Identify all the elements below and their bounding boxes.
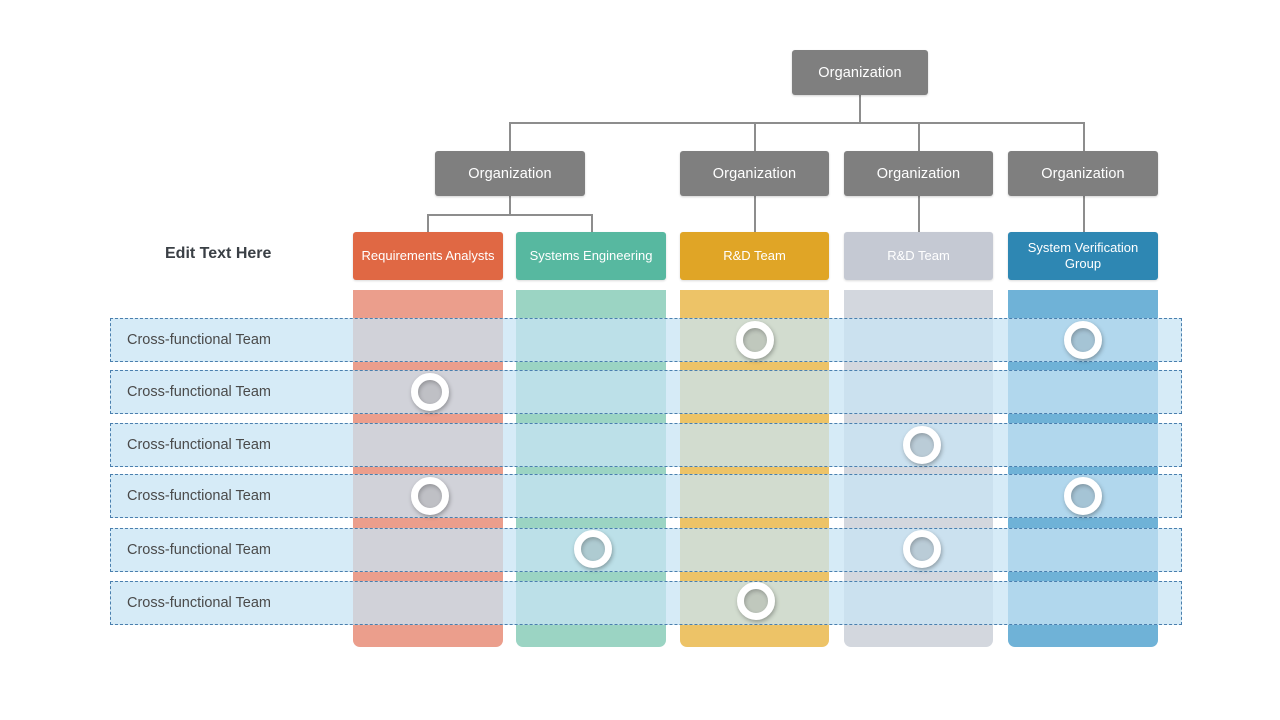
marker-row5-col2[interactable] bbox=[574, 530, 612, 568]
connector-drop-level2-2 bbox=[754, 122, 756, 152]
row-band-6-label: Cross-functional Team bbox=[127, 595, 271, 611]
row-band-2[interactable]: Cross-functional Team bbox=[110, 370, 1182, 414]
row-band-3[interactable]: Cross-functional Team bbox=[110, 423, 1182, 467]
org-box-root-label: Organization bbox=[818, 64, 902, 81]
marker-row4-col1[interactable] bbox=[411, 477, 449, 515]
org-box-level2-2-label: Organization bbox=[712, 165, 797, 182]
org-box-level2-4[interactable]: Organization bbox=[1008, 151, 1158, 196]
department-chip-rd-team-1-label: R&D Team bbox=[723, 248, 786, 263]
department-chip-rd-team-2[interactable]: R&D Team bbox=[844, 232, 993, 280]
connector-drop-level2-4 bbox=[1083, 122, 1085, 152]
row-band-2-label: Cross-functional Team bbox=[127, 384, 271, 400]
marker-row6-col3[interactable] bbox=[737, 582, 775, 620]
department-chip-systems-engineering-label: Systems Engineering bbox=[529, 248, 653, 263]
marker-row5-col4[interactable] bbox=[903, 530, 941, 568]
connector-drop-dept-5 bbox=[1083, 196, 1085, 233]
row-band-4[interactable]: Cross-functional Team bbox=[110, 474, 1182, 518]
marker-row1-col3[interactable] bbox=[736, 321, 774, 359]
department-chip-rd-team-2-label: R&D Team bbox=[887, 248, 950, 263]
row-band-1[interactable]: Cross-functional Team bbox=[110, 318, 1182, 362]
org-box-level2-4-label: Organization bbox=[1041, 165, 1125, 182]
row-band-3-label: Cross-functional Team bbox=[127, 437, 271, 453]
department-chip-rd-team-1[interactable]: R&D Team bbox=[680, 232, 829, 280]
connector-drop-dept-3 bbox=[754, 196, 756, 233]
connector-bus-level2 bbox=[509, 122, 1084, 124]
row-band-5-label: Cross-functional Team bbox=[127, 542, 271, 558]
row-band-6[interactable]: Cross-functional Team bbox=[110, 581, 1182, 625]
side-caption-label: Edit Text Here bbox=[165, 245, 272, 262]
connector-drop-dept-2 bbox=[591, 214, 593, 233]
org-box-level2-1-label: Organization bbox=[468, 165, 552, 182]
row-band-1-label: Cross-functional Team bbox=[127, 332, 271, 348]
row-band-5[interactable]: Cross-functional Team bbox=[110, 528, 1182, 572]
marker-row2-col1[interactable] bbox=[411, 373, 449, 411]
org-box-level2-1[interactable]: Organization bbox=[435, 151, 585, 196]
department-chip-system-verification-group[interactable]: System Verification Group bbox=[1008, 232, 1158, 280]
marker-row1-col5[interactable] bbox=[1064, 321, 1102, 359]
org-box-level2-2[interactable]: Organization bbox=[680, 151, 829, 196]
org-box-level2-3[interactable]: Organization bbox=[844, 151, 993, 196]
department-chip-requirements-analysts-label: Requirements Analysts bbox=[361, 248, 495, 263]
department-chip-systems-engineering[interactable]: Systems Engineering bbox=[516, 232, 666, 280]
connector-drop-org1 bbox=[509, 196, 511, 215]
org-box-level2-3-label: Organization bbox=[876, 165, 961, 182]
connector-drop-level2-1 bbox=[509, 122, 511, 152]
department-chip-requirements-analysts[interactable]: Requirements Analysts bbox=[353, 232, 503, 280]
marker-row4-col5[interactable] bbox=[1064, 477, 1102, 515]
department-chip-system-verification-group-label: System Verification Group bbox=[1027, 240, 1139, 271]
connector-drop-dept-1 bbox=[427, 214, 429, 233]
diagram-canvas: Organization Organization Organization O… bbox=[0, 0, 1280, 720]
connector-drop-dept-4 bbox=[918, 196, 920, 233]
side-caption: Edit Text Here bbox=[165, 245, 271, 263]
connector-bus-org1 bbox=[427, 214, 592, 216]
connector-drop-level2-3 bbox=[918, 122, 920, 152]
org-box-root[interactable]: Organization bbox=[792, 50, 928, 95]
connector-root-drop bbox=[859, 95, 861, 123]
row-band-4-label: Cross-functional Team bbox=[127, 488, 271, 504]
marker-row3-col4[interactable] bbox=[903, 426, 941, 464]
